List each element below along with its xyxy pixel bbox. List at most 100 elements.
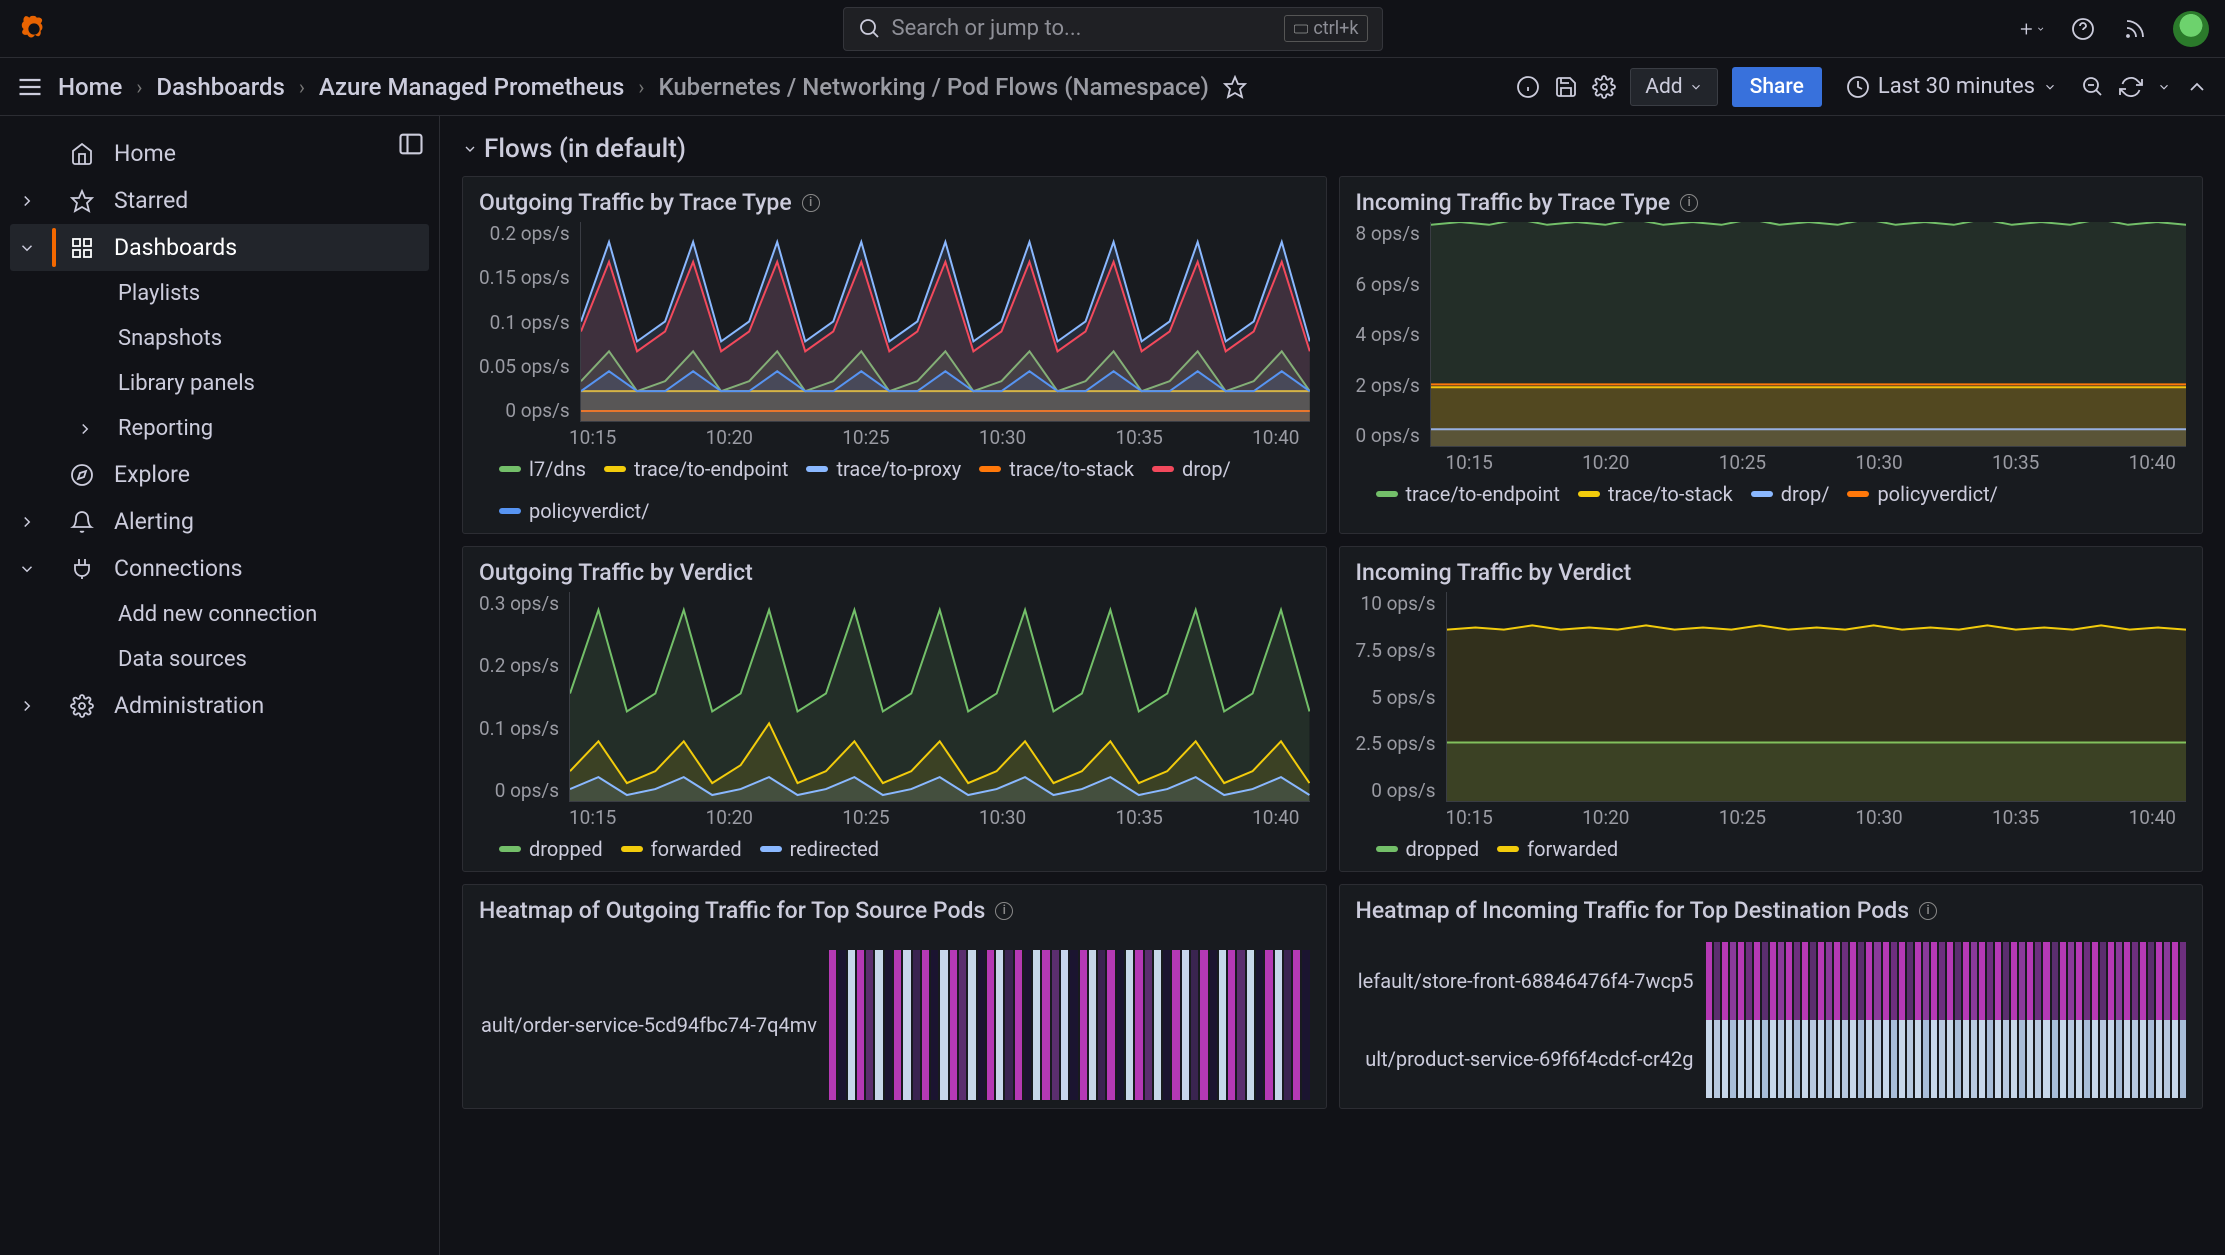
nav-label: Playlists	[118, 281, 200, 306]
x-axis: 10:1510:2010:2510:3010:3510:40	[479, 802, 1310, 829]
help-button[interactable]	[2069, 15, 2097, 43]
nav-label: Reporting	[118, 416, 213, 441]
info-icon[interactable]: i	[995, 902, 1013, 920]
crumb-home[interactable]: Home	[58, 73, 122, 101]
nav-dashboards[interactable]: Dashboards	[10, 224, 429, 271]
chevron-down-icon	[2043, 80, 2057, 94]
legend-item[interactable]: dropped	[499, 837, 603, 861]
grafana-logo[interactable]	[16, 11, 52, 47]
chart-plot[interactable]	[1446, 592, 2186, 802]
heatmap-cells[interactable]	[1706, 942, 2187, 1020]
nav-label: Connections	[114, 555, 243, 582]
compass-icon	[70, 463, 94, 487]
nav-library-panels[interactable]: Library panels	[10, 361, 429, 406]
legend-item[interactable]: redirected	[760, 837, 879, 861]
crumb-dashboards[interactable]: Dashboards	[156, 73, 284, 101]
nav-connections[interactable]: Connections	[10, 545, 429, 592]
panel-heatmap-incoming: Heatmap of Incoming Traffic for Top Dest…	[1339, 884, 2204, 1109]
settings-icon[interactable]	[1592, 75, 1616, 99]
panel-title[interactable]: Heatmap of Outgoing Traffic for Top Sour…	[479, 897, 1310, 924]
info-icon[interactable]: i	[1919, 902, 1937, 920]
nav-label: Add new connection	[118, 602, 317, 627]
info-icon[interactable]: i	[1680, 194, 1698, 212]
chevron-down-icon[interactable]	[2157, 80, 2171, 94]
heatmap-cells[interactable]	[1706, 1020, 2187, 1098]
nav-home[interactable]: Home	[10, 130, 429, 177]
panel-title[interactable]: Heatmap of Incoming Traffic for Top Dest…	[1356, 897, 2187, 924]
nav-label: Snapshots	[118, 326, 222, 351]
legend-item[interactable]: dropped	[1376, 837, 1480, 861]
chart-plot[interactable]	[1430, 222, 2186, 447]
panel-title[interactable]: Incoming Traffic by Trace Typei	[1356, 189, 2187, 216]
collapse-icon[interactable]	[2185, 75, 2209, 99]
nav-data-sources[interactable]: Data sources	[10, 637, 429, 682]
panel-title[interactable]: Incoming Traffic by Verdict	[1356, 559, 2187, 586]
news-button[interactable]	[2121, 15, 2149, 43]
heatmap-row: lefault/store-front-68846476f4-7wcp5	[1356, 942, 2187, 1020]
zoom-out-icon[interactable]	[2081, 75, 2105, 99]
heatmap-cells[interactable]	[829, 950, 1310, 1100]
y-axis: 8 ops/s6 ops/s4 ops/s2 ops/s0 ops/s	[1356, 222, 1430, 447]
nav-alerting[interactable]: Alerting	[10, 498, 429, 545]
nav-starred[interactable]: Starred	[10, 177, 429, 224]
nav-label: Library panels	[118, 371, 255, 396]
crumb-dashboard: Kubernetes / Networking / Pod Flows (Nam…	[658, 73, 1208, 101]
time-picker[interactable]: Last 30 minutes	[1836, 68, 2067, 105]
y-axis: 0.3 ops/s0.2 ops/s0.1 ops/s0 ops/s	[479, 592, 569, 802]
user-avatar[interactable]	[2173, 11, 2209, 47]
nav-explore[interactable]: Explore	[10, 451, 429, 498]
legend-item[interactable]: forwarded	[621, 837, 742, 861]
legend-item[interactable]: forwarded	[1497, 837, 1618, 861]
legend-item[interactable]: drop/	[1152, 457, 1231, 481]
nav-reporting[interactable]: Reporting	[10, 406, 429, 451]
panel-title[interactable]: Outgoing Traffic by Trace Typei	[479, 189, 1310, 216]
search-icon	[858, 17, 882, 41]
menu-toggle[interactable]	[16, 73, 44, 101]
chart-legend: dropped forwarded	[1356, 829, 2187, 863]
legend-item[interactable]: trace/to-endpoint	[604, 457, 788, 481]
help-icon	[2071, 17, 2095, 41]
nav-administration[interactable]: Administration	[10, 682, 429, 729]
legend-item[interactable]: trace/to-stack	[1578, 482, 1733, 506]
legend-item[interactable]: policyverdict/	[499, 499, 649, 523]
x-axis: 10:1510:2010:2510:3010:3510:40	[479, 422, 1310, 449]
x-axis: 10:1510:2010:2510:3010:3510:40	[1356, 447, 2187, 474]
nav-snapshots[interactable]: Snapshots	[10, 316, 429, 361]
y-axis: 0.2 ops/s0.15 ops/s0.1 ops/s0.05 ops/s0 …	[479, 222, 580, 422]
nav-label: Data sources	[118, 647, 247, 672]
chevron-right-icon	[76, 420, 94, 438]
chevron-right-icon	[18, 513, 36, 531]
legend-item[interactable]: trace/to-stack	[979, 457, 1134, 481]
add-button[interactable]: Add	[1630, 68, 1717, 106]
legend-item[interactable]: l7/dns	[499, 457, 586, 481]
refresh-icon[interactable]	[2119, 75, 2143, 99]
global-search[interactable]: Search or jump to... ctrl+k	[843, 7, 1383, 51]
panel-heatmap-outgoing: Heatmap of Outgoing Traffic for Top Sour…	[462, 884, 1327, 1109]
legend-item[interactable]: drop/	[1751, 482, 1830, 506]
legend-item[interactable]: trace/to-proxy	[806, 457, 961, 481]
plug-icon	[70, 557, 94, 581]
panel-title[interactable]: Outgoing Traffic by Verdict	[479, 559, 1310, 586]
crumb-folder[interactable]: Azure Managed Prometheus	[319, 73, 625, 101]
search-shortcut: ctrl+k	[1284, 15, 1367, 42]
nav-label: Explore	[114, 461, 190, 488]
row-header[interactable]: Flows (in default)	[462, 134, 2203, 164]
nav-add-connection[interactable]: Add new connection	[10, 592, 429, 637]
heatmap-label: ult/product-service-69f6f4cdcf-cr42g	[1356, 1047, 1706, 1071]
share-button[interactable]: Share	[1732, 67, 1822, 107]
chart-plot[interactable]	[569, 592, 1309, 802]
add-menu[interactable]	[2017, 15, 2045, 43]
legend-item[interactable]: trace/to-endpoint	[1376, 482, 1560, 506]
chevron-down-icon	[1689, 80, 1703, 94]
legend-item[interactable]: policyverdict/	[1847, 482, 1997, 506]
nav-playlists[interactable]: Playlists	[10, 271, 429, 316]
save-icon[interactable]	[1554, 75, 1578, 99]
nav-label: Dashboards	[114, 234, 237, 261]
panel-outgoing-verdict: Outgoing Traffic by Verdict 0.3 ops/s0.2…	[462, 546, 1327, 872]
heatmap-label: lefault/store-front-68846476f4-7wcp5	[1356, 969, 1706, 993]
star-icon[interactable]	[1223, 75, 1247, 99]
dashboard-content: Flows (in default) Outgoing Traffic by T…	[440, 116, 2225, 1255]
info-icon[interactable]: i	[802, 194, 820, 212]
chart-plot[interactable]	[580, 222, 1310, 422]
info-icon[interactable]	[1516, 75, 1540, 99]
